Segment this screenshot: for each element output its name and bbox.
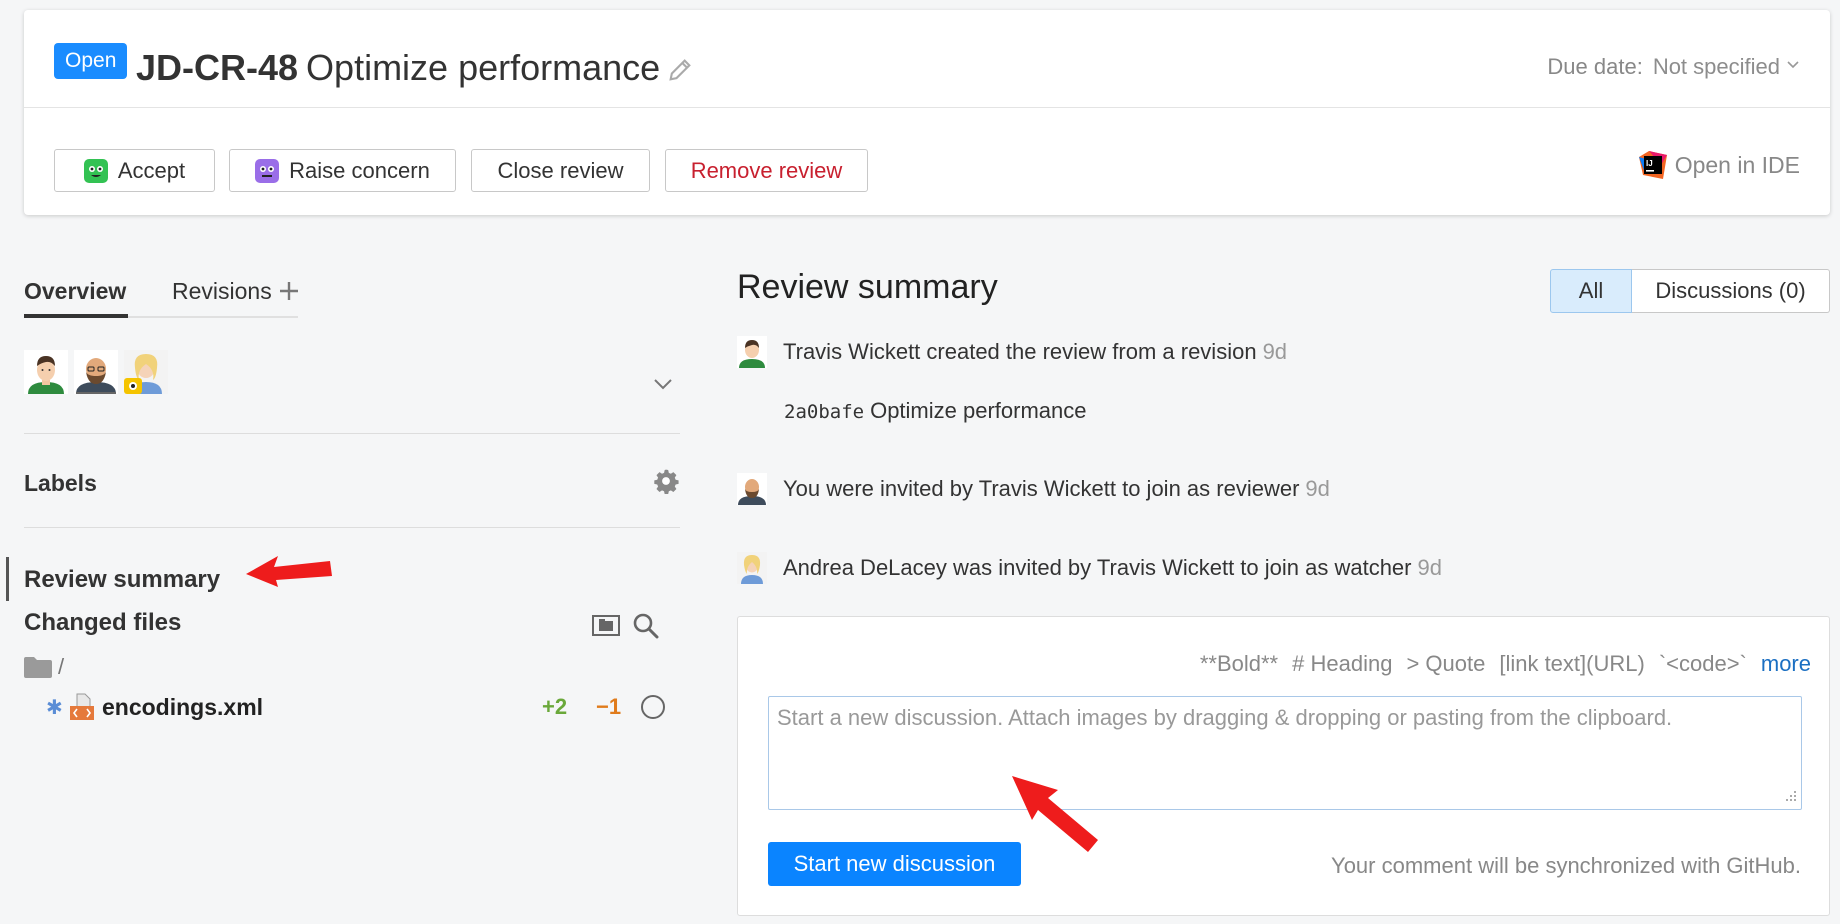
new-discussion-card: **Bold** # Heading > Quote [link text](U… xyxy=(737,616,1830,916)
resize-handle-icon[interactable] xyxy=(1782,789,1798,805)
review-header: Open JD-CR-48 Optimize performance Due da… xyxy=(24,10,1830,215)
avatar xyxy=(737,552,767,584)
active-nav-marker xyxy=(6,557,9,601)
open-in-ide-link[interactable]: IJ Open in IDE xyxy=(1638,151,1800,179)
avatar xyxy=(737,336,767,368)
left-tabs: Overview Revisions xyxy=(24,270,298,318)
commit-hash: 2a0bafe xyxy=(784,401,865,423)
file-name: encodings.xml xyxy=(102,693,264,720)
event-text: Andrea DeLacey was invited by Travis Wic… xyxy=(783,555,1412,580)
tree-view-icon[interactable] xyxy=(592,613,620,637)
review-title: JD-CR-48 Optimize performance xyxy=(136,46,660,90)
title-row: Open JD-CR-48 Optimize performance Due da… xyxy=(24,10,1830,108)
avatar[interactable] xyxy=(124,350,168,394)
avatar[interactable] xyxy=(24,350,68,394)
search-icon[interactable] xyxy=(632,612,660,640)
actions-row: Accept Raise concern Close review Remove… xyxy=(24,109,1830,215)
timeline-event: Travis Wickett created the review from a… xyxy=(737,336,1287,368)
event-time: 9d xyxy=(1305,476,1330,501)
gear-icon[interactable] xyxy=(653,468,679,494)
accept-face-icon xyxy=(83,158,108,183)
modified-asterisk-icon: ✱ xyxy=(46,696,63,719)
chevron-down-icon[interactable] xyxy=(651,372,675,396)
sync-note: Your comment will be synchronized with G… xyxy=(1331,853,1801,878)
concern-face-icon xyxy=(255,158,280,183)
review-id: JD-CR-48 xyxy=(136,47,299,88)
folder-name: / xyxy=(58,654,65,679)
chevron-down-icon xyxy=(1787,61,1799,69)
markdown-hint: > Quote xyxy=(1406,651,1486,676)
annotation-arrow xyxy=(246,556,332,587)
accept-button[interactable]: Accept xyxy=(54,149,215,192)
due-date-selector[interactable]: Due date: Not specified xyxy=(1547,54,1800,80)
review-status-circle-icon[interactable] xyxy=(641,695,665,719)
plus-icon[interactable] xyxy=(278,280,300,302)
commit-reference[interactable]: 2a0bafe Optimize performance xyxy=(784,398,1087,424)
markdown-hint: `<code>` xyxy=(1658,651,1747,676)
divider xyxy=(24,527,680,528)
page-title: Review summary xyxy=(737,268,998,306)
filter-discussions-button[interactable]: Discussions (0) xyxy=(1632,269,1830,313)
participants xyxy=(24,350,168,398)
divider xyxy=(24,433,680,434)
avatar xyxy=(737,473,767,505)
tab-revisions[interactable]: Revisions xyxy=(172,276,300,306)
lines-removed: −1 xyxy=(596,694,622,719)
markdown-more-link[interactable]: more xyxy=(1761,651,1811,677)
timeline-event: Andrea DeLacey was invited by Travis Wic… xyxy=(737,552,1442,584)
folder-row[interactable]: / xyxy=(24,652,64,682)
event-text: You were invited by Travis Wickett to jo… xyxy=(783,476,1300,501)
timeline-event: You were invited by Travis Wickett to jo… xyxy=(737,473,1330,505)
start-discussion-button[interactable]: Start new discussion xyxy=(768,842,1021,886)
markdown-hint: **Bold** xyxy=(1199,651,1279,676)
pencil-icon[interactable] xyxy=(666,56,694,84)
avatar[interactable] xyxy=(74,350,118,394)
event-time: 9d xyxy=(1417,555,1442,580)
review-name: Optimize performance xyxy=(306,47,661,88)
event-text: Travis Wickett created the review from a… xyxy=(783,339,1257,364)
xml-file-icon xyxy=(70,693,94,720)
annotation-arrow xyxy=(1012,776,1098,852)
raise-concern-label: Raise concern xyxy=(289,157,430,183)
nav-changed-files[interactable]: Changed files xyxy=(24,609,181,637)
intellij-icon: IJ xyxy=(1638,151,1667,179)
markdown-hint: # Heading xyxy=(1292,651,1393,676)
timeline-filter: All Discussions (0) xyxy=(1550,269,1830,313)
due-date-value: Not specified xyxy=(1652,54,1780,79)
open-in-ide-label: Open in IDE xyxy=(1674,151,1800,178)
event-time: 9d xyxy=(1262,339,1288,364)
commit-message: Optimize performance xyxy=(870,398,1087,423)
accept-label: Accept xyxy=(117,157,186,183)
due-date-label: Due date: xyxy=(1547,54,1643,79)
close-review-button[interactable]: Close review xyxy=(471,149,650,192)
markdown-hint: [link text](URL) xyxy=(1499,651,1645,676)
markdown-hints: **Bold** # Heading > Quote [link text](U… xyxy=(1200,651,1811,677)
new-discussion-input[interactable] xyxy=(768,696,1802,810)
file-row[interactable]: ✱ encodings.xml +2 −1 xyxy=(46,690,666,724)
tab-overview[interactable]: Overview xyxy=(24,276,126,306)
tab-revisions-label: Revisions xyxy=(172,278,272,304)
active-tab-underline xyxy=(24,314,128,318)
folder-icon xyxy=(24,657,52,678)
remove-review-button[interactable]: Remove review xyxy=(665,149,868,192)
status-badge: Open xyxy=(54,43,128,79)
nav-review-summary[interactable]: Review summary xyxy=(24,566,220,594)
svg-text:IJ: IJ xyxy=(1646,159,1653,168)
labels-title: Labels xyxy=(24,470,97,496)
lines-added: +2 xyxy=(542,694,568,719)
raise-concern-button[interactable]: Raise concern xyxy=(229,149,456,192)
filter-all-button[interactable]: All xyxy=(1550,269,1632,313)
